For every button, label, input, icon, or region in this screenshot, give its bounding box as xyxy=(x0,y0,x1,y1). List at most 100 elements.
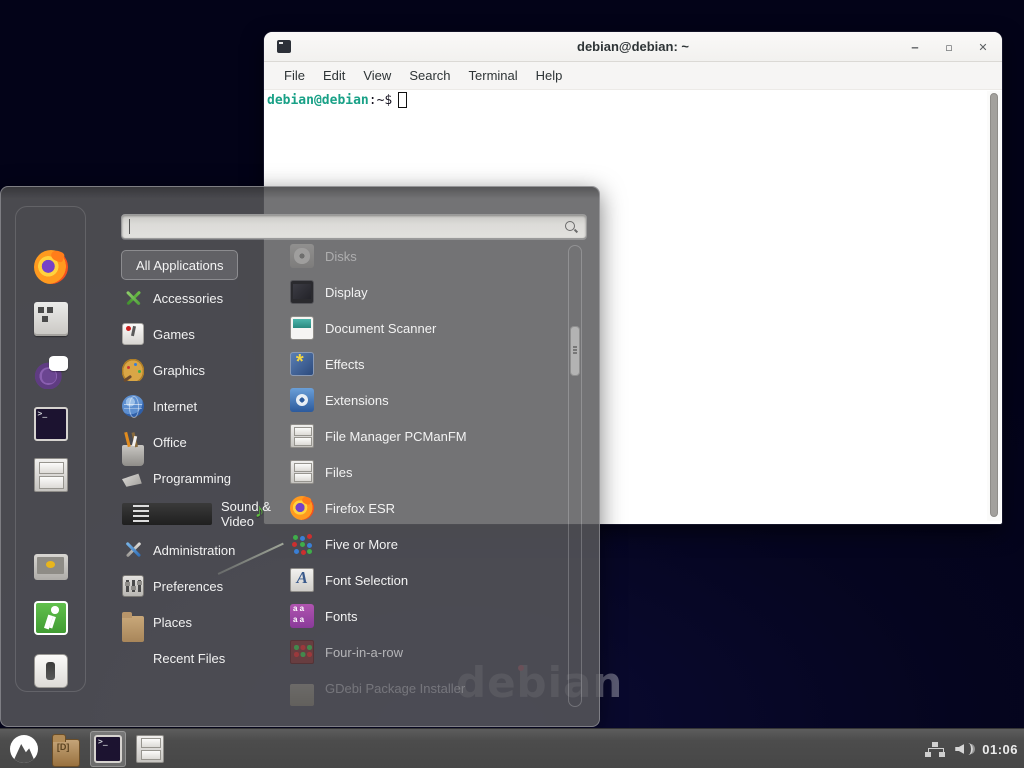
app-extensions[interactable]: Extensions xyxy=(283,382,567,418)
application-menu: All Applications Accessories Games Graphic… xyxy=(0,186,600,727)
category-internet[interactable]: Internet xyxy=(122,388,272,424)
menu-scrollbar-thumb[interactable] xyxy=(570,326,580,376)
font-selection-icon xyxy=(290,568,314,592)
search-input[interactable] xyxy=(128,216,558,237)
app-display[interactable]: Display xyxy=(283,274,567,310)
effects-icon xyxy=(290,352,314,376)
logout-icon xyxy=(34,601,68,635)
app-files[interactable]: Files xyxy=(283,454,567,490)
category-administration[interactable]: Administration xyxy=(122,532,272,568)
taskbar-button-file-cabinet[interactable] xyxy=(132,731,168,767)
search-icon xyxy=(564,220,578,234)
terminal-scrollbar-thumb[interactable] xyxy=(990,93,998,517)
application-list: DisksDisplay Document Scanner Effects Exten… xyxy=(283,238,567,711)
category-places[interactable]: Places xyxy=(122,604,272,640)
search-box[interactable] xyxy=(121,214,587,239)
app-effects[interactable]: Effects xyxy=(283,346,567,382)
terminal-scrollbar[interactable] xyxy=(987,91,1001,521)
menubar-item-edit[interactable]: Edit xyxy=(314,65,354,86)
app-label: Extensions xyxy=(325,393,389,408)
category-list: AccessoriesGamesGraphicsInternetOfficePr… xyxy=(122,280,272,676)
preferences-icon xyxy=(122,575,144,597)
taskbar-button-menu-logo[interactable] xyxy=(6,731,42,767)
category-label: Games xyxy=(153,327,195,342)
pcmanfm-folder-icon xyxy=(52,739,80,767)
category-games[interactable]: Games xyxy=(122,316,272,352)
files-icon xyxy=(290,460,314,484)
software-icon xyxy=(34,302,68,336)
favorite-file-manager[interactable] xyxy=(33,457,69,493)
app-font-selection[interactable]: Font Selection xyxy=(283,562,567,598)
games-icon xyxy=(122,323,144,345)
menubar-item-view[interactable]: View xyxy=(354,65,400,86)
volume-icon[interactable] xyxy=(954,740,974,758)
prompt-user: debian@debian xyxy=(267,93,369,108)
office-icon xyxy=(122,445,144,467)
sound-video-icon xyxy=(122,503,212,525)
category-recent-files[interactable]: Recent Files xyxy=(122,640,272,676)
favorite-software[interactable] xyxy=(33,301,69,337)
category-office[interactable]: Office xyxy=(122,424,272,460)
app-four-in-a-row[interactable]: Four-in-a-row xyxy=(283,634,567,670)
menubar-item-file[interactable]: File xyxy=(275,65,314,86)
menubar-item-terminal[interactable]: Terminal xyxy=(460,65,527,86)
app-firefox-esr[interactable]: Firefox ESR xyxy=(283,490,567,526)
category-sound-video[interactable]: Sound & Video xyxy=(122,496,272,532)
terminal-window-icon xyxy=(277,40,291,53)
minimize-button[interactable]: ‒ xyxy=(908,40,922,54)
app-five-or-more[interactable]: Five or More xyxy=(283,526,567,562)
category-label: Sound & Video xyxy=(221,499,272,529)
app-label: Five or More xyxy=(325,537,398,552)
menu-scrollbar[interactable] xyxy=(568,245,582,707)
shutdown-icon xyxy=(34,654,68,688)
terminal-titlebar[interactable]: debian@debian: ~ ‒ ▫ ✕ xyxy=(264,32,1002,62)
session-lock-screen[interactable] xyxy=(33,549,69,585)
favorite-firefox[interactable] xyxy=(33,249,69,285)
close-button[interactable]: ✕ xyxy=(976,40,990,54)
app-gdebi[interactable]: GDebi Package Installer xyxy=(283,670,567,706)
category-accessories[interactable]: Accessories xyxy=(122,280,272,316)
app-document-scanner[interactable]: Document Scanner xyxy=(283,310,567,346)
gdebi-icon xyxy=(290,684,314,706)
category-graphics[interactable]: Graphics xyxy=(122,352,272,388)
taskbar-button-terminal[interactable] xyxy=(90,731,126,767)
session-logout[interactable] xyxy=(33,600,69,636)
terminal-icon xyxy=(94,735,122,763)
taskbar: 01:06 xyxy=(0,728,1024,768)
app-disks[interactable]: Disks xyxy=(283,238,567,274)
search-caret xyxy=(129,219,130,234)
category-programming[interactable]: Programming xyxy=(122,460,272,496)
app-label: GDebi Package Installer xyxy=(325,681,465,696)
app-label: Font Selection xyxy=(325,573,408,588)
terminal-icon xyxy=(34,407,68,441)
file-manager-icon xyxy=(34,458,68,492)
clock[interactable]: 01:06 xyxy=(982,742,1018,757)
menubar-item-search[interactable]: Search xyxy=(400,65,459,86)
favorite-pidgin[interactable] xyxy=(33,354,69,390)
prompt-suffix: :~$ xyxy=(369,93,392,108)
taskbar-button-pcmanfm-folder[interactable] xyxy=(48,731,84,767)
app-fonts[interactable]: Fonts xyxy=(283,598,567,634)
terminal-cursor xyxy=(398,92,407,108)
menubar-item-help[interactable]: Help xyxy=(527,65,572,86)
app-file-manager-pcmanfm[interactable]: File Manager PCManFM xyxy=(283,418,567,454)
file-cabinet-icon xyxy=(136,735,164,763)
category-preferences[interactable]: Preferences xyxy=(122,568,272,604)
file-manager-pcmanfm-icon xyxy=(290,424,314,448)
session-shutdown[interactable] xyxy=(33,653,69,689)
app-label: Document Scanner xyxy=(325,321,436,336)
all-applications-button[interactable]: All Applications xyxy=(121,250,238,280)
category-label: Accessories xyxy=(153,291,223,306)
window-title: debian@debian: ~ xyxy=(577,39,689,54)
app-label: Files xyxy=(325,465,352,480)
favorite-terminal[interactable] xyxy=(33,406,69,442)
app-label: Four-in-a-row xyxy=(325,645,403,660)
network-icon[interactable] xyxy=(924,740,946,758)
five-or-more-icon xyxy=(290,532,314,556)
all-applications-label: All Applications xyxy=(136,258,223,273)
window-controls: ‒ ▫ ✕ xyxy=(908,32,990,62)
maximize-button[interactable]: ▫ xyxy=(942,40,956,54)
document-scanner-icon xyxy=(290,316,314,340)
category-label: Administration xyxy=(153,543,235,558)
disks-icon xyxy=(290,244,314,268)
